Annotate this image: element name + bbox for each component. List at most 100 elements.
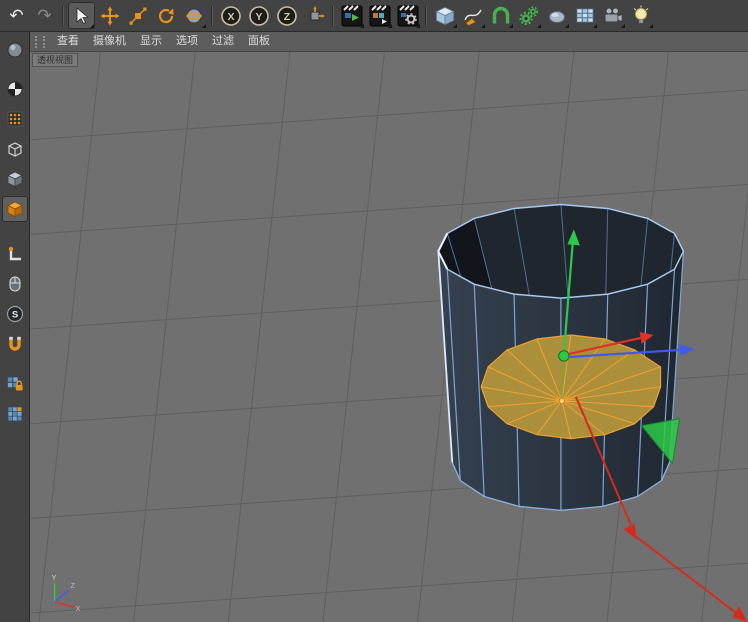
lock-z-axis-button[interactable]: Z — [273, 2, 300, 29]
lock-x-axis-button[interactable]: X — [217, 2, 244, 29]
render-view-icon — [341, 5, 363, 27]
toolbar-separator — [422, 4, 430, 28]
modeling-generators-button[interactable] — [515, 2, 542, 29]
add-cube-primitive-button[interactable] — [431, 2, 458, 29]
move-tool-button[interactable] — [96, 2, 123, 29]
world-y-label: Y — [52, 575, 57, 582]
wire-cube-icon — [5, 139, 25, 159]
world-z-axis — [55, 590, 69, 602]
workplane-grid-icon — [5, 403, 25, 423]
volume-builder-button[interactable] — [571, 2, 598, 29]
menubar-grip[interactable] — [35, 36, 45, 48]
world-x-axis — [55, 602, 74, 607]
world-x-label: X — [76, 606, 81, 613]
lock-workplane-button[interactable] — [2, 370, 28, 396]
world-z-label: Z — [71, 583, 76, 590]
viewport-solo-button[interactable] — [2, 271, 28, 297]
make-editable-button[interactable] — [2, 37, 28, 63]
menu-options[interactable]: 选项 — [169, 33, 205, 50]
render-settings-icon — [397, 5, 419, 27]
point-mode-button[interactable] — [2, 106, 28, 132]
cube-primitive-icon — [434, 5, 456, 27]
left-mode-toolbar: S — [0, 32, 30, 622]
gizmo-z-arrowhead[interactable] — [679, 344, 694, 356]
model-mode-button[interactable] — [2, 166, 28, 192]
lock-grid-icon — [5, 373, 25, 393]
main-area: S — [0, 32, 748, 622]
light-bulb-icon — [630, 5, 652, 27]
magnet-icon — [5, 334, 25, 354]
add-light-button[interactable] — [627, 2, 654, 29]
gizmo-center-handle[interactable] — [559, 351, 569, 361]
rotate-tool-button[interactable] — [152, 2, 179, 29]
menu-camera[interactable]: 摄像机 — [86, 33, 133, 50]
camera-icon — [602, 5, 624, 27]
volume-grid-icon — [574, 5, 596, 27]
polygon-cube-icon — [5, 199, 25, 219]
top-toolbar: ↶ ↷ — [0, 0, 748, 32]
edit-render-settings-button[interactable] — [394, 2, 421, 29]
coordinate-system-button[interactable] — [301, 2, 328, 29]
toolbar-separator — [208, 4, 216, 28]
svg-text:S: S — [11, 310, 17, 321]
undo-icon: ↶ — [9, 7, 23, 24]
viewport-label[interactable]: 透视视图 — [32, 53, 78, 67]
solid-cube-icon — [5, 169, 25, 189]
workplane-mode-button[interactable] — [2, 400, 28, 426]
edge-mode-button[interactable] — [2, 136, 28, 162]
gears-icon — [518, 5, 540, 27]
svg-text:Y: Y — [255, 11, 262, 23]
viewport-menubar: 查看 摄像机 显示 选项 过滤 面板 — [30, 32, 748, 52]
coordinate-system-icon — [305, 6, 325, 26]
x-axis-icon: X — [220, 5, 242, 27]
environment-blob-icon — [546, 5, 568, 27]
point-grid-icon — [5, 109, 25, 129]
add-spline-pen-button[interactable] — [459, 2, 486, 29]
scale-icon — [128, 6, 148, 26]
viewport-scene: Y X Z — [30, 52, 748, 622]
svg-text:X: X — [227, 11, 234, 23]
snap-s-icon: S — [5, 304, 25, 324]
tool-sphere-icon — [184, 6, 204, 26]
viewport-column: 查看 摄像机 显示 选项 过滤 面板 透视视图 — [30, 32, 748, 622]
toolbar-separator — [329, 4, 337, 28]
polygon-mode-button[interactable] — [2, 196, 28, 222]
menu-display[interactable]: 显示 — [133, 33, 169, 50]
axis-extension-line-2[interactable] — [636, 536, 741, 616]
spline-pen-icon — [462, 5, 484, 27]
environment-object-button[interactable] — [543, 2, 570, 29]
rotate-icon — [156, 6, 176, 26]
redo-icon: ↷ — [37, 7, 51, 24]
snap-button[interactable]: S — [2, 301, 28, 327]
perspective-viewport[interactable]: 透视视图 — [30, 52, 748, 622]
svg-text:Z: Z — [283, 11, 290, 23]
magnet-snap-button[interactable] — [2, 331, 28, 357]
undo-button[interactable]: ↶ — [3, 2, 30, 29]
add-camera-button[interactable] — [599, 2, 626, 29]
cursor-arrow-icon — [72, 6, 92, 26]
face-center-point[interactable] — [559, 398, 564, 403]
menu-view[interactable]: 查看 — [50, 33, 86, 50]
toolbar-separator — [59, 4, 67, 28]
move-icon — [100, 6, 120, 26]
last-used-tool-button[interactable] — [180, 2, 207, 29]
z-axis-icon: Z — [276, 5, 298, 27]
axis-mode-button[interactable] — [2, 241, 28, 267]
scale-tool-button[interactable] — [124, 2, 151, 29]
mouse-icon — [5, 274, 25, 294]
axis-l-icon — [5, 244, 25, 264]
subdivision-surface-button[interactable] — [487, 2, 514, 29]
lock-y-axis-button[interactable]: Y — [245, 2, 272, 29]
render-picture-viewer-icon — [369, 5, 391, 27]
menu-panel[interactable]: 面板 — [241, 33, 277, 50]
c4d-window: ↶ ↷ — [0, 0, 748, 622]
menu-filter[interactable]: 过滤 — [205, 33, 241, 50]
render-to-picture-viewer-button[interactable] — [366, 2, 393, 29]
live-selection-button[interactable] — [68, 2, 95, 29]
render-view-button[interactable] — [338, 2, 365, 29]
y-axis-icon: Y — [248, 5, 270, 27]
axis-extension-arrowhead-2[interactable] — [732, 606, 747, 622]
axis-extension-arrowhead[interactable] — [624, 523, 637, 539]
redo-button[interactable]: ↷ — [31, 2, 58, 29]
texture-mode-button[interactable] — [2, 76, 28, 102]
